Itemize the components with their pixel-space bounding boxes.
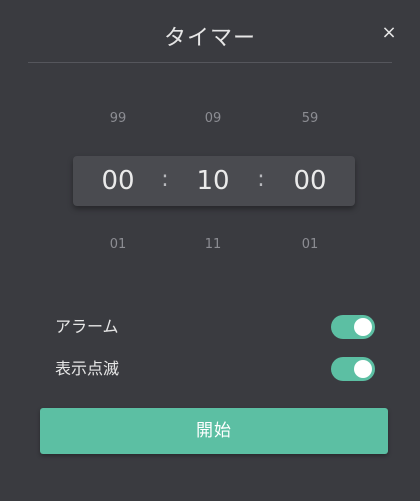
seconds-previous-value[interactable]: 59 bbox=[280, 111, 340, 126]
picker-next-row: 01 11 01 bbox=[0, 237, 420, 257]
toggle-knob bbox=[354, 360, 372, 378]
minutes-value[interactable]: 10 bbox=[178, 156, 248, 206]
hours-previous-value[interactable]: 99 bbox=[88, 111, 148, 126]
hours-value[interactable]: 00 bbox=[83, 156, 153, 206]
picker-previous-row: 99 09 59 bbox=[0, 111, 420, 131]
title-divider bbox=[28, 62, 392, 63]
seconds-value[interactable]: 00 bbox=[275, 156, 345, 206]
time-separator: : bbox=[257, 167, 265, 192]
toggle-knob bbox=[354, 318, 372, 336]
close-icon[interactable]: × bbox=[378, 22, 400, 44]
blink-label: 表示点滅 bbox=[55, 359, 120, 378]
minutes-next-value[interactable]: 11 bbox=[183, 237, 243, 252]
alarm-setting: アラーム bbox=[55, 313, 375, 341]
timer-dialog: タイマー × 99 09 59 00 : 10 : 00 01 11 01 アラ… bbox=[0, 0, 420, 501]
hours-next-value[interactable]: 01 bbox=[88, 237, 148, 252]
start-button[interactable]: 開始 bbox=[40, 408, 388, 454]
alarm-label: アラーム bbox=[55, 317, 119, 336]
blink-setting: 表示点滅 bbox=[55, 355, 375, 383]
minutes-previous-value[interactable]: 09 bbox=[183, 111, 243, 126]
time-picker-selection: 00 : 10 : 00 bbox=[73, 156, 355, 206]
alarm-toggle[interactable] bbox=[331, 315, 375, 339]
blink-toggle[interactable] bbox=[331, 357, 375, 381]
dialog-title: タイマー bbox=[163, 26, 256, 51]
time-separator: : bbox=[161, 167, 169, 192]
seconds-next-value[interactable]: 01 bbox=[280, 237, 340, 252]
